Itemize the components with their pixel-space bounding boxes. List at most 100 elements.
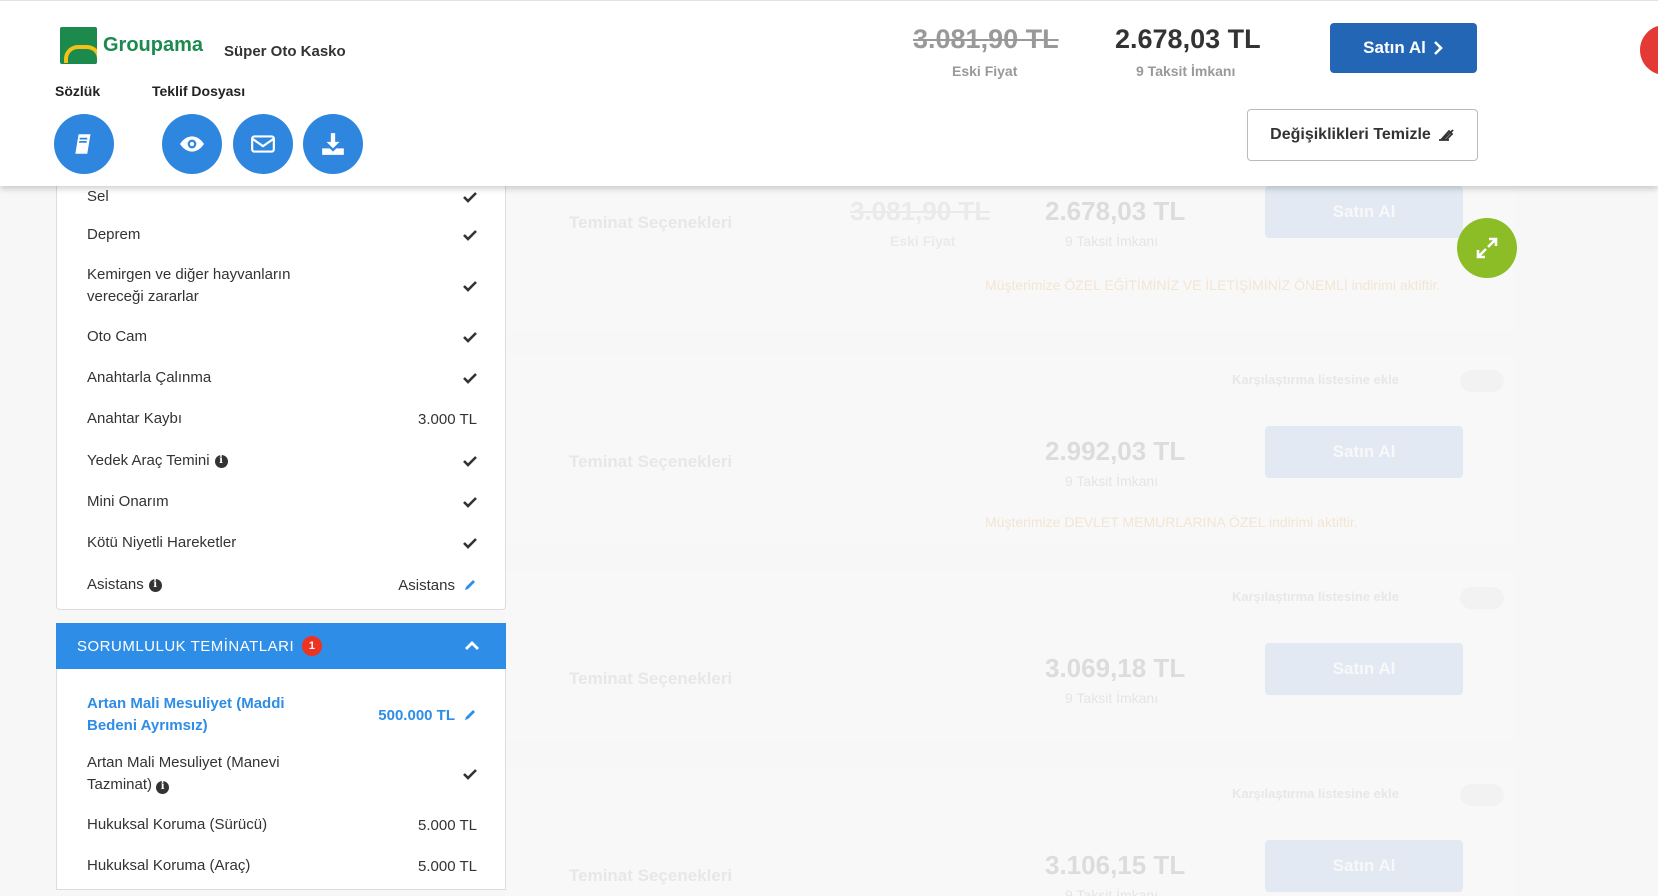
coverage-name: Mini Onarım	[87, 493, 169, 510]
liability-title: SORUMLULUK TEMİNATLARI	[77, 637, 295, 655]
eye-icon	[180, 136, 204, 152]
buy-button[interactable]: Satın Al	[1330, 23, 1477, 73]
offer-installment: 9 Taksit İmkanı	[1065, 690, 1159, 706]
offer-buy-label: Satın Al	[1332, 442, 1396, 461]
coverage-panel: Sel Deprem Kemirgen ve diğer hayvanların…	[56, 186, 506, 610]
logo-text: Groupama	[103, 34, 204, 56]
teminat-options-link[interactable]: Teminat Seçenekleri	[569, 866, 732, 886]
eraser-icon	[1438, 129, 1454, 141]
buy-button-label: Satın Al	[1363, 38, 1426, 57]
coverage-row: Anahtar Kaybı 3.000 TL	[87, 408, 477, 430]
check-icon	[463, 456, 477, 467]
coverage-name: Anahtarla Çalınma	[87, 369, 212, 386]
liability-name: Hukuksal Koruma (Sürücü)	[87, 816, 268, 833]
liability-row: Hukuksal Koruma (Araç) 5.000 TL	[87, 855, 477, 877]
offer-promo: Müşterimize ÖZEL EĞİTİMİNİZ VE İLETİŞİMİ…	[985, 277, 1441, 293]
product-name: Süper Oto Kasko	[224, 43, 346, 60]
teminat-options-link[interactable]: Teminat Seçenekleri	[569, 213, 732, 233]
offer-price: 2.678,03 TL	[1045, 196, 1186, 226]
offer-buy-button[interactable]: Satın Al	[1265, 186, 1463, 238]
view-offer-button[interactable]	[162, 114, 222, 174]
coverage-name: Kemirgen ve diğer hayvanların vereceği z…	[87, 266, 291, 305]
offer-card: Karşılaştırma listesine ekle Teminat Seç…	[505, 354, 1515, 544]
compare-toggle[interactable]	[1460, 784, 1504, 806]
compare-toggle-label: Karşılaştırma listesine ekle	[1232, 589, 1399, 604]
offer-installment: 9 Taksit İmkanı	[1065, 887, 1159, 896]
offer-old-price-label: Eski Fiyat	[890, 233, 956, 249]
current-price: 2.678,03 TL	[1115, 24, 1261, 54]
liability-value: 500.000 TL	[378, 706, 455, 724]
coverage-row: Deprem	[87, 224, 477, 246]
liability-value: 5.000 TL	[418, 816, 477, 834]
coverage-name: Anahtar Kaybı	[87, 410, 183, 427]
book-icon	[75, 134, 91, 154]
check-icon	[463, 332, 477, 343]
coverage-value: Asistans	[398, 576, 455, 594]
expand-icon	[1476, 237, 1498, 259]
liability-panel: Artan Mali Mesuliyet (Maddi Bedeni Ayrım…	[56, 669, 506, 890]
offer-buy-label: Satın Al	[1332, 856, 1396, 875]
coverage-row: Sel	[87, 186, 477, 208]
download-offer-button[interactable]	[303, 114, 363, 174]
check-icon	[463, 230, 477, 241]
liability-name: Artan Mali Mesuliyet (Maddi Bedeni Ayrım…	[87, 695, 285, 734]
info-icon[interactable]: i	[148, 578, 162, 592]
email-offer-button[interactable]	[233, 114, 293, 174]
sozluk-label: Sözlük	[55, 83, 101, 99]
coverage-name: Asistans	[87, 576, 144, 593]
liability-section-header[interactable]: SORUMLULUK TEMİNATLARI 1	[56, 623, 506, 669]
liability-row: Hukuksal Koruma (Sürücü) 5.000 TL	[87, 814, 477, 836]
liability-badge: 1	[302, 636, 323, 656]
coverage-row: Yedek Araç Temini i	[87, 450, 477, 472]
liability-name: Hukuksal Koruma (Araç)	[87, 857, 251, 874]
coverage-row: Mini Onarım	[87, 491, 477, 513]
offer-price: 2.992,03 TL	[1045, 436, 1186, 466]
clear-changes-button[interactable]: Değişiklikleri Temizle	[1247, 109, 1478, 161]
liability-row: Artan Mali Mesuliyet (Manevi Tazminat) i	[87, 752, 477, 796]
check-icon	[463, 373, 477, 384]
compare-toggle-label: Karşılaştırma listesine ekle	[1232, 372, 1399, 387]
offer-old-price: 3.081,90 TL	[850, 196, 991, 226]
offer-price: 3.069,18 TL	[1045, 653, 1186, 683]
liability-row: Artan Mali Mesuliyet (Maddi Bedeni Ayrım…	[87, 693, 477, 737]
clear-changes-label: Değişiklikleri Temizle	[1270, 126, 1431, 143]
old-price: 3.081,90 TL	[913, 24, 1059, 54]
offer-buy-button[interactable]: Satın Al	[1265, 840, 1463, 892]
coverage-name: Yedek Araç Temini	[87, 452, 210, 469]
quote-header: Groupama Süper Oto Kasko Sözlük Teklif D…	[0, 0, 1658, 186]
coverage-row: Kötü Niyetli Hareketler	[87, 532, 477, 554]
teminat-options-link[interactable]: Teminat Seçenekleri	[569, 669, 732, 689]
groupama-logo-mark	[60, 27, 97, 64]
coverage-name: Deprem	[87, 226, 141, 243]
coverage-name: Kötü Niyetli Hareketler	[87, 534, 237, 551]
expand-button[interactable]	[1457, 218, 1517, 278]
coverage-name: Oto Cam	[87, 328, 148, 345]
user-avatar[interactable]	[1640, 25, 1658, 75]
offer-price: 3.106,15 TL	[1045, 850, 1186, 880]
compare-toggle-label: Karşılaştırma listesine ekle	[1232, 786, 1399, 801]
chevron-up-icon	[465, 641, 479, 650]
compare-toggle[interactable]	[1460, 370, 1504, 392]
coverage-row: Kemirgen ve diğer hayvanların vereceği z…	[87, 264, 477, 308]
download-icon	[322, 133, 344, 155]
offer-buy-button[interactable]: Satın Al	[1265, 643, 1463, 695]
info-icon[interactable]: i	[214, 454, 228, 468]
check-icon	[463, 538, 477, 549]
teklif-label: Teklif Dosyası	[152, 83, 246, 99]
coverage-name: Sel	[87, 188, 109, 205]
offer-card: Karşılaştırma listesine ekle Teminat Seç…	[505, 571, 1515, 741]
offer-buy-button[interactable]: Satın Al	[1265, 426, 1463, 478]
liability-value: 5.000 TL	[418, 857, 477, 875]
dictionary-button[interactable]	[54, 114, 114, 174]
coverage-value: 3.000 TL	[418, 410, 477, 428]
coverage-row: Oto Cam	[87, 326, 477, 348]
pencil-icon[interactable]	[463, 708, 477, 722]
chevron-right-icon	[1433, 41, 1443, 55]
pencil-icon[interactable]	[463, 578, 477, 592]
groupama-logo: Groupama	[60, 27, 203, 64]
compare-toggle[interactable]	[1460, 587, 1504, 609]
teminat-options-link[interactable]: Teminat Seçenekleri	[569, 452, 732, 472]
old-price-label: Eski Fiyat	[952, 63, 1018, 79]
offer-installment: 9 Taksit İmkanı	[1065, 233, 1159, 249]
info-icon[interactable]: i	[156, 780, 170, 794]
